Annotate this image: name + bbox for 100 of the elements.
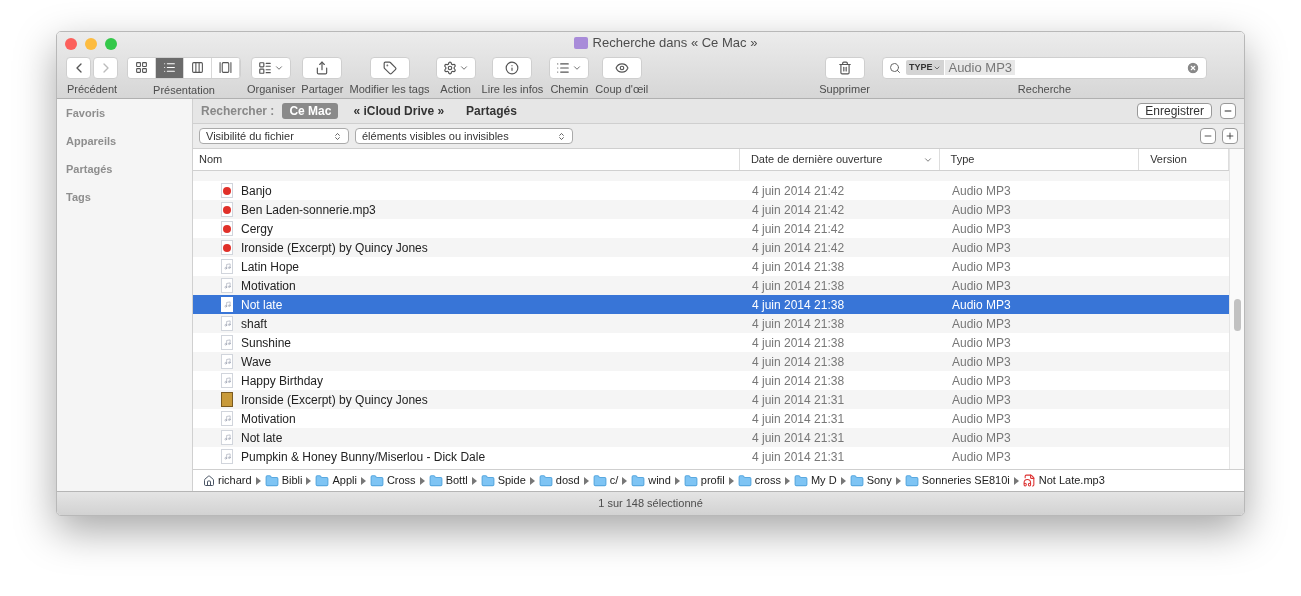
date-cell-text: 4 juin 2014 21:42	[751, 239, 846, 257]
file-name: Ben Laden-sonnerie.mp3	[241, 201, 376, 219]
path-item[interactable]: Bibli	[264, 472, 303, 489]
date-cell-text: 4 juin 2014 21:42	[751, 201, 846, 219]
gear-icon	[442, 60, 457, 75]
delete-button[interactable]	[824, 56, 865, 79]
file-row[interactable]: Ben Laden-sonnerie.mp3 4 juin 2014 21:42 Audio MP3	[193, 200, 1229, 219]
path-item[interactable]: dosd	[538, 472, 580, 489]
search-token-value[interactable]: Audio MP3	[945, 60, 1016, 75]
search-field[interactable]: TYPE Audio MP3	[881, 56, 1207, 79]
toolbar-label: Coup d'œil	[595, 81, 649, 97]
type-cell-text: Audio MP3	[951, 429, 1012, 447]
toolbar-button[interactable]	[251, 56, 292, 79]
folder-icon	[480, 473, 495, 488]
column-header[interactable]: Date de dernière ouverture	[739, 149, 940, 170]
path-item[interactable]: Not Late.mp3	[1022, 472, 1105, 489]
path-item[interactable]: Spide	[480, 472, 526, 489]
file-icon	[221, 373, 233, 388]
path-item[interactable]: Bottl	[428, 472, 468, 489]
view-mode-tab[interactable]	[212, 57, 240, 78]
file-row[interactable]: Wave 4 juin 2014 21:38 Audio MP3	[193, 352, 1229, 371]
path-item[interactable]: c/	[592, 472, 619, 489]
toolbar-label: Recherche	[1017, 81, 1072, 97]
separator-arrow-icon	[255, 476, 261, 485]
path-item[interactable]: cross	[737, 472, 781, 489]
toolbar-label: Partager	[301, 81, 344, 97]
file-name: Motivation	[241, 410, 296, 428]
file-row[interactable]: shaft 4 juin 2014 21:38 Audio MP3	[193, 314, 1229, 333]
file-name: Not late	[241, 296, 283, 314]
path-item[interactable]: Sony	[849, 472, 892, 489]
toolbar-button[interactable]	[302, 56, 343, 79]
date-cell-text: 4 juin 2014 21:38	[751, 277, 846, 295]
toolbar-button[interactable]	[601, 56, 642, 79]
album-art-icon	[221, 392, 233, 407]
file-name: Ironside (Excerpt) by Quincy Jones	[241, 391, 428, 409]
view-mode-tab[interactable]	[184, 57, 212, 78]
audio-file-icon	[221, 202, 233, 217]
audio-file-icon	[221, 240, 233, 255]
remove-button[interactable]	[1220, 103, 1236, 119]
file-row[interactable]: Not late 4 juin 2014 21:38 Audio MP3	[193, 295, 1229, 314]
path-item[interactable]: My D	[793, 472, 837, 489]
path-item[interactable]: Appli	[315, 472, 357, 489]
search-token-type[interactable]: TYPE	[905, 60, 945, 75]
scope-label: Rechercher :	[201, 103, 275, 120]
scope-tab[interactable]: « iCloud Drive »	[346, 103, 452, 119]
value-select[interactable]: éléments visibles ou invisibles	[355, 128, 573, 144]
path-item[interactable]: richard	[203, 472, 252, 489]
file-icon	[221, 354, 233, 369]
add-button[interactable]	[1222, 128, 1238, 144]
column-header[interactable]: Type	[939, 149, 1140, 170]
folder-icon	[904, 473, 919, 488]
plus-icon	[1225, 131, 1235, 141]
view-mode-tab[interactable]	[128, 57, 156, 78]
file-name: Latin Hope	[241, 258, 300, 276]
file-name: shaft	[241, 315, 267, 333]
clear-icon[interactable]	[1185, 60, 1200, 75]
view-icon	[191, 61, 204, 74]
type-cell-text: Audio MP3	[951, 277, 1012, 295]
stepper-icon	[557, 131, 566, 141]
close-button[interactable]	[65, 38, 77, 50]
path-item[interactable]: profil	[683, 472, 725, 489]
back-button[interactable]	[66, 56, 91, 79]
folder-icon	[592, 473, 607, 488]
type-cell-text: Audio MP3	[951, 448, 1012, 466]
date-cell-text: 4 juin 2014 21:38	[751, 353, 846, 371]
toolbar-label: Organiser	[247, 81, 296, 97]
type-cell-text: Audio MP3	[951, 182, 1012, 200]
type-cell-text: Audio MP3	[951, 239, 1012, 257]
separator-arrow-icon	[622, 476, 628, 485]
path-item[interactable]: Sonneries SE810i	[904, 472, 1010, 489]
attribute-select[interactable]: Visibilité du fichier	[199, 128, 349, 144]
save-button[interactable]: Enregistrer	[1137, 103, 1212, 119]
file-name: Cergy	[241, 220, 273, 238]
trash-icon	[837, 60, 852, 75]
date-cell-text: 4 juin 2014 21:42	[751, 220, 846, 238]
path-item[interactable]: wind	[631, 472, 671, 489]
column-header[interactable]: Nom	[193, 149, 740, 170]
remove-button[interactable]	[1200, 128, 1216, 144]
type-cell-text: Audio MP3	[951, 220, 1012, 238]
view-mode-tab[interactable]	[156, 57, 184, 78]
folder-icon	[683, 473, 698, 488]
date-cell-text: 4 juin 2014 21:38	[751, 296, 846, 314]
toolbar-button[interactable]	[492, 56, 533, 79]
tag-icon	[382, 60, 397, 75]
toolbar-button[interactable]	[369, 56, 410, 79]
info-icon	[505, 60, 520, 75]
file-icon	[221, 259, 233, 274]
path-item[interactable]: Cross	[369, 472, 416, 489]
separator-arrow-icon	[728, 476, 734, 485]
type-cell-text: Audio MP3	[951, 391, 1012, 409]
file-row[interactable]: Ironside (Excerpt) by Quincy Jones 4 juin 2014 21:42 Audio MP3	[193, 238, 1229, 257]
scope-tab[interactable]: Partagés	[459, 103, 524, 119]
toolbar-button[interactable]	[435, 56, 476, 79]
file-icon	[221, 278, 233, 293]
toolbar-label: Précédent	[66, 81, 118, 97]
file-row[interactable]: Not late 4 juin 2014 21:31 Audio MP3	[193, 428, 1229, 447]
view-icon	[219, 61, 232, 74]
file-row[interactable]: Ironside (Excerpt) by Quincy Jones 4 juin 2014 21:31 Audio MP3	[193, 390, 1229, 409]
file-row[interactable]: Motivation 4 juin 2014 21:38 Audio MP3	[193, 276, 1229, 295]
type-cell-text: Audio MP3	[951, 353, 1012, 371]
